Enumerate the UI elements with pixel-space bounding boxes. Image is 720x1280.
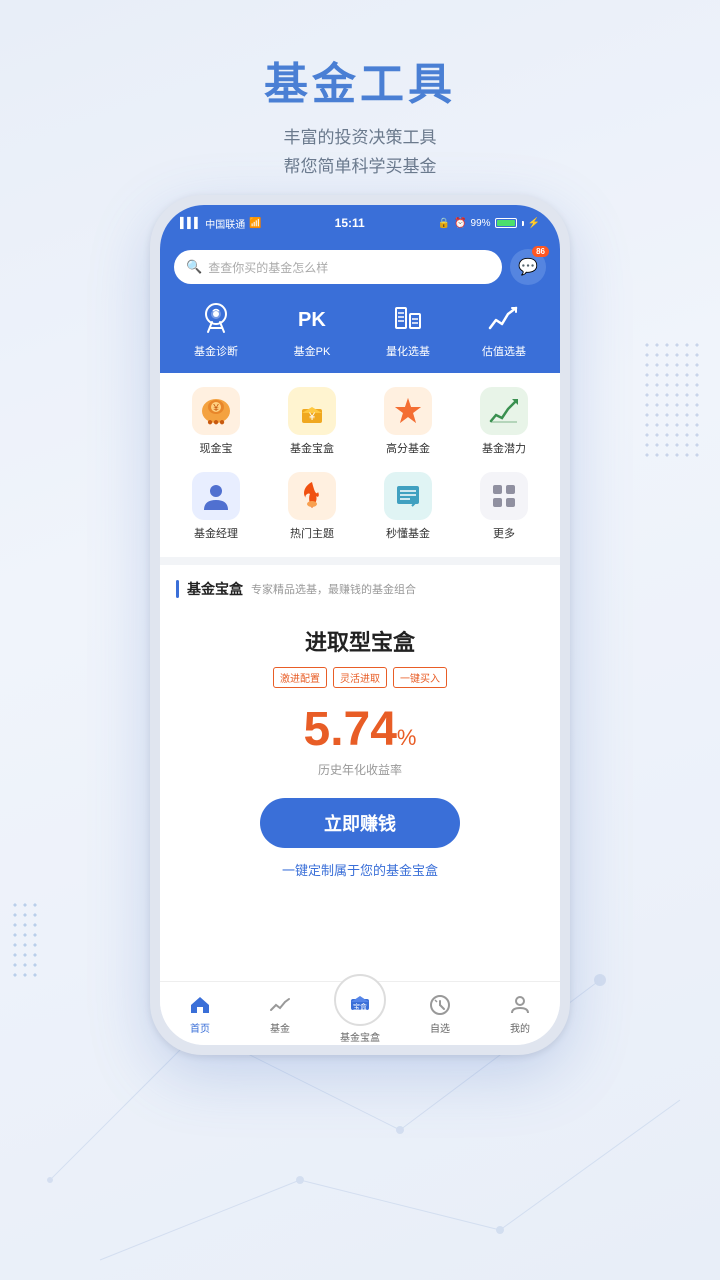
- svg-text:¥: ¥: [212, 403, 219, 414]
- section-title: 基金宝盒: [187, 579, 243, 599]
- nav-home-label: 首页: [190, 1020, 210, 1035]
- grid-label-more: 更多: [493, 525, 515, 541]
- search-area: 🔍 查查你买的基金怎么样 💬 86: [160, 241, 560, 297]
- nav-watchlist-label: 自选: [430, 1020, 450, 1035]
- fund-card: 进取型宝盒 激进配置 灵活进取 一键买入 5.74% 历史年化收益率 立即赚钱 …: [176, 615, 544, 895]
- nav-fundbox[interactable]: 宝盒 基金宝盒: [320, 982, 400, 1045]
- nav-fundbox-label: 基金宝盒: [340, 1029, 380, 1044]
- search-icon: 🔍: [186, 259, 202, 275]
- grid-label-hottopic: 热门主题: [290, 525, 334, 541]
- nav-fund[interactable]: 基金: [240, 982, 320, 1045]
- message-icon: 💬: [518, 257, 538, 277]
- svg-text:宝盒: 宝盒: [353, 1002, 367, 1011]
- fund-box-section: 基金宝盒 专家精品选基，最赚钱的基金组合 进取型宝盒 激进配置 灵活进取 一键买…: [160, 565, 560, 909]
- grid-item-more[interactable]: 更多: [456, 472, 552, 541]
- tab-diagnosis-label: 基金诊断: [194, 343, 238, 359]
- grid-item-fundbox[interactable]: ¥ 基金宝盒: [264, 387, 360, 456]
- section-divider: [160, 557, 560, 565]
- grid-item-potential[interactable]: 基金潜力: [456, 387, 552, 456]
- nav-mine[interactable]: 我的: [480, 982, 560, 1045]
- main-content: ●●● ¥ 现金宝 ¥: [160, 373, 560, 981]
- tab-pk[interactable]: PK 基金PK: [264, 297, 360, 359]
- grid-item-cash[interactable]: ●●● ¥ 现金宝: [168, 387, 264, 456]
- fund-rate: 5.74%: [176, 704, 544, 757]
- bottom-nav: 首页 基金 宝盒 基金宝盒: [160, 981, 560, 1045]
- fund-rate-label: 历史年化收益率: [176, 761, 544, 778]
- icon-grid: ●●● ¥ 现金宝 ¥: [160, 373, 560, 557]
- svg-text:●●●: ●●●: [207, 417, 225, 428]
- grid-label-cash: 现金宝: [200, 440, 233, 456]
- grid-label-manager: 基金经理: [194, 525, 238, 541]
- fund-tag-2: 一键买入: [393, 667, 447, 688]
- nav-watchlist[interactable]: 自选: [400, 982, 480, 1045]
- message-badge: 86: [532, 246, 549, 257]
- grid-label-highscore: 高分基金: [386, 440, 430, 456]
- phone-mockup: ▌▌▌ 中国联通 📶 15:11 🔒 ⏰ 99% ⚡: [150, 195, 570, 1055]
- page-title: 基金工具: [0, 48, 720, 112]
- grid-item-quicklearn[interactable]: 秒懂基金: [360, 472, 456, 541]
- fund-tags: 激进配置 灵活进取 一键买入: [176, 667, 544, 688]
- section-header: 基金宝盒 专家精品选基，最赚钱的基金组合: [176, 579, 544, 599]
- tab-pk-label: 基金PK: [294, 343, 331, 359]
- message-button[interactable]: 💬 86: [510, 249, 546, 285]
- fund-cta-button[interactable]: 立即赚钱: [260, 798, 460, 848]
- fund-tag-1: 灵活进取: [333, 667, 387, 688]
- page-subtitle: 丰富的投资决策工具 帮您简单科学买基金: [0, 124, 720, 182]
- svg-text:PK: PK: [298, 309, 326, 331]
- fund-customize-link[interactable]: 一键定制属于您的基金宝盒: [176, 860, 544, 879]
- nav-center-icon: 宝盒: [334, 974, 386, 1026]
- tab-value-label: 估值选基: [482, 343, 526, 359]
- status-bar: ▌▌▌ 中国联通 📶 15:11 🔒 ⏰ 99% ⚡: [160, 205, 560, 241]
- fund-tag-0: 激进配置: [273, 667, 327, 688]
- grid-label-fundbox: 基金宝盒: [290, 440, 334, 456]
- nav-home[interactable]: 首页: [160, 982, 240, 1045]
- grid-label-quicklearn: 秒懂基金: [386, 525, 430, 541]
- grid-item-hottopic[interactable]: 热门主题: [264, 472, 360, 541]
- tab-quant[interactable]: 量化选基: [360, 297, 456, 359]
- grid-label-potential: 基金潜力: [482, 440, 526, 456]
- blue-tab-bar: 基金诊断 PK 基金PK: [160, 297, 560, 373]
- grid-item-highscore[interactable]: 高分基金: [360, 387, 456, 456]
- svg-text:¥: ¥: [308, 411, 316, 423]
- search-placeholder: 查查你买的基金怎么样: [208, 259, 328, 276]
- nav-fund-label: 基金: [270, 1020, 290, 1035]
- search-input[interactable]: 🔍 查查你买的基金怎么样: [174, 250, 502, 284]
- grid-item-manager[interactable]: 基金经理: [168, 472, 264, 541]
- nav-mine-label: 我的: [510, 1020, 530, 1035]
- section-accent: [176, 580, 179, 598]
- section-description: 专家精品选基，最赚钱的基金组合: [251, 581, 416, 597]
- tab-quant-label: 量化选基: [386, 343, 430, 359]
- tab-value[interactable]: 估值选基: [456, 297, 552, 359]
- fund-card-title: 进取型宝盒: [176, 625, 544, 657]
- tab-diagnosis[interactable]: 基金诊断: [168, 297, 264, 359]
